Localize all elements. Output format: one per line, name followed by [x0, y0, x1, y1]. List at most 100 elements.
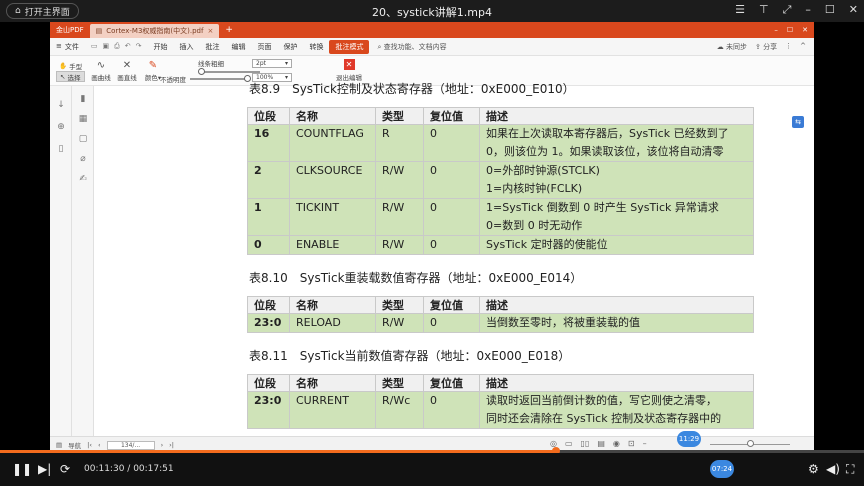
wps-maximize-icon[interactable]: ☐: [787, 26, 793, 34]
table-caption: 表8.10 SysTick重装载数值寄存器（地址：0xE000_E014）: [249, 271, 583, 285]
header-col-type: 类型: [375, 374, 424, 392]
maximize-icon[interactable]: ☐: [825, 3, 835, 17]
next-icon[interactable]: ▶|: [38, 462, 51, 476]
tab-close-icon[interactable]: ×: [207, 27, 213, 35]
double-page-icon[interactable]: ▯▯: [581, 439, 590, 448]
table-caption: 表8.9 SysTick控制及状态寄存器（地址：0xE000_E010）: [249, 82, 575, 96]
print-icon[interactable]: ⎙: [114, 42, 120, 51]
volume-icon[interactable]: ◀): [826, 462, 840, 476]
time-marker[interactable]: 07:24: [710, 460, 734, 478]
select-label: 选择: [67, 73, 81, 82]
arrow-down-icon[interactable]: ↓: [56, 100, 66, 110]
line-tool[interactable]: ✕ 画直线: [114, 60, 140, 82]
menu-annotation-mode[interactable]: 批注模式: [329, 39, 370, 54]
desc-line: 0，则该位为 1。如果读取该位，该位将自动清零: [486, 145, 724, 158]
undo-icon[interactable]: ↶: [125, 42, 131, 51]
eye-icon[interactable]: ◉: [613, 439, 620, 448]
wps-close-icon[interactable]: ✕: [802, 26, 808, 34]
fit-icon[interactable]: ⊡: [628, 439, 635, 448]
size-select[interactable]: 2pt ▾: [252, 59, 292, 68]
sidebar-tool-icon[interactable]: ▯: [56, 144, 66, 154]
fullscreen-icon[interactable]: ⛶: [846, 462, 854, 477]
zoom-icon[interactable]: ⊕: [56, 122, 66, 132]
nav-panel-icon[interactable]: ▤: [56, 441, 62, 449]
cell-text: COUNTFLAG: [296, 127, 364, 140]
menu-protect[interactable]: 保护: [277, 42, 303, 52]
wps-minimize-icon[interactable]: –: [774, 26, 778, 34]
opacity-label: 不透明度: [160, 76, 186, 84]
menu-page[interactable]: 页面: [251, 42, 277, 52]
cell-text: 0: [430, 127, 437, 140]
search-box[interactable]: ⌕ 查找功能、文档内容: [377, 42, 446, 52]
document-view[interactable]: 表8.9 SysTick控制及状态寄存器（地址：0xE000_E010） 位段名…: [94, 82, 814, 436]
collapse-icon[interactable]: ^: [800, 42, 806, 52]
cell-col-reset: 0: [423, 198, 480, 236]
desc-line: 如果在上次读取本寄存器后，SysTick 已经数到了: [486, 127, 729, 140]
zoom-slider-knob[interactable]: [747, 440, 754, 447]
continuous-icon[interactable]: ▤: [597, 439, 605, 448]
prev-page-icon[interactable]: ‹: [98, 441, 101, 449]
pin-icon[interactable]: ⊤: [759, 3, 769, 17]
cell-col-desc: SysTick 定时器的使能位: [479, 235, 754, 255]
curve-label: 画曲线: [91, 74, 111, 82]
cell-text: R: [382, 127, 390, 140]
hand-tool[interactable]: ✋ 手型: [56, 60, 85, 71]
more-icon[interactable]: ⋮: [785, 42, 792, 52]
menu-convert[interactable]: 转换: [303, 42, 329, 52]
cell-col-reset: 0: [423, 235, 480, 255]
cell-col-reset: 0: [423, 313, 480, 333]
file-menu[interactable]: ≡ 文件: [50, 42, 85, 52]
select-tool[interactable]: ↖ 选择: [56, 71, 86, 82]
pause-icon[interactable]: ❚❚: [12, 462, 32, 476]
menu-icon[interactable]: ☰: [735, 3, 745, 17]
close-icon[interactable]: ✕: [849, 3, 858, 17]
menu-annotate[interactable]: 批注: [199, 42, 225, 52]
settings-icon[interactable]: ⚙: [808, 462, 819, 476]
thickness-slider[interactable]: [200, 71, 260, 73]
first-page-icon[interactable]: |‹: [87, 441, 92, 449]
document-tab[interactable]: ▤ Cortex-M3权威指南(中文).pdf ×: [89, 24, 220, 38]
exit-edit-button[interactable]: ✕ 退出编辑: [336, 59, 362, 82]
minimize-icon[interactable]: –: [805, 3, 811, 17]
curve-tool[interactable]: ∿ 画曲线: [88, 60, 114, 82]
redo-icon[interactable]: ↷: [136, 42, 142, 51]
open-icon[interactable]: ▭: [91, 42, 98, 51]
wps-window-controls: – ☐ ✕: [774, 26, 814, 34]
cell-col-type: R/W: [375, 313, 424, 333]
opacity-slider[interactable]: [190, 78, 248, 80]
save-icon[interactable]: ▣: [103, 42, 110, 51]
attachment-icon[interactable]: ⌀: [78, 154, 88, 164]
desc-line: 同时还会清除在 SysTick 控制及状态寄存器中的: [486, 412, 722, 425]
last-page-icon[interactable]: ›|: [169, 441, 174, 449]
new-tab-icon[interactable]: +: [225, 25, 233, 35]
next-page-icon[interactable]: ›: [161, 441, 164, 449]
cell-col-name: CURRENT: [289, 391, 376, 429]
desc-line: 0=外部时钟源(STCLK): [486, 164, 600, 177]
cell-col-desc: 读取时返回当前倒计数的值，写它则使之清零， 同时还会清除在 SysTick 控制及…: [479, 391, 754, 429]
cell-col-desc: 1=SysTick 倒数到 0 时产生 SysTick 异常请求 0=数到 0 时…: [479, 198, 754, 236]
wps-menu-bar: ≡ 文件 ▭ ▣ ⎙ ↶ ↷ 开始 插入 批注 编辑 页面 保护 转换 批注模式…: [50, 38, 814, 56]
page-number-input[interactable]: 134/...: [106, 440, 155, 450]
loop-icon[interactable]: ⟳: [60, 462, 70, 476]
table-caption: 表8.11 SysTick当前数值寄存器（地址：0xE000_E018）: [249, 349, 571, 363]
translate-float-icon[interactable]: ⇆: [792, 116, 804, 128]
zoom-out-icon[interactable]: –: [643, 439, 647, 448]
bookmark-icon[interactable]: ▮: [78, 94, 88, 104]
thickness-slider-knob[interactable]: [198, 68, 205, 75]
hamburger-icon: ≡: [56, 41, 62, 50]
single-page-icon[interactable]: ▭: [565, 439, 573, 448]
desc-line: 当倒数至零时，将被重装载的值: [486, 316, 640, 329]
sync-status[interactable]: ☁ 未同步: [717, 42, 747, 52]
share-button[interactable]: ⇪ 分享: [755, 42, 777, 52]
thumbnail-icon[interactable]: ▦: [78, 114, 88, 124]
comment-icon[interactable]: ▢: [78, 134, 88, 144]
mini-mode-icon[interactable]: ⤢: [783, 3, 792, 17]
signature-icon[interactable]: ✍: [78, 174, 88, 184]
menu-edit[interactable]: 编辑: [225, 42, 251, 52]
cell-text: 0: [430, 201, 437, 214]
page-navigation: ▤ 导航 |‹ ‹ 134/... › ›|: [56, 440, 174, 450]
line-label: 画直线: [117, 74, 137, 82]
cursor-icon: ↖: [60, 72, 66, 81]
menu-insert[interactable]: 插入: [173, 42, 199, 52]
menu-start[interactable]: 开始: [147, 42, 173, 52]
